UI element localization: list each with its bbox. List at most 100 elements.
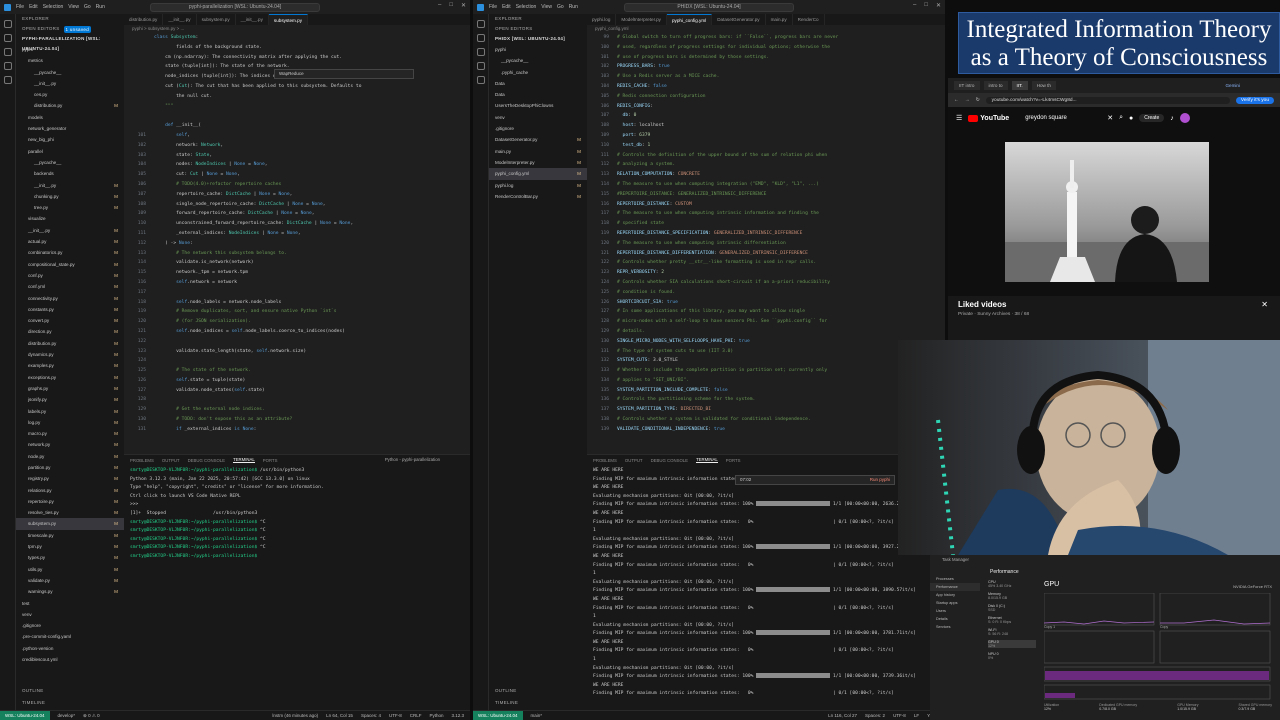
panel-tab-output[interactable]: OUTPUT (625, 458, 643, 463)
language-mode[interactable]: Python (429, 713, 443, 718)
file-tree-item[interactable]: combinatorics.py M (16, 247, 124, 258)
file-tree-item[interactable]: network.py M (16, 439, 124, 450)
source-control-icon[interactable] (476, 48, 485, 56)
file-tree-item[interactable]: compositional_state.py M (16, 259, 124, 270)
file-tree-item[interactable]: .pyphi_cache (489, 67, 587, 78)
extensions-icon[interactable] (3, 76, 12, 84)
file-tree-item[interactable]: __pycache__ (16, 157, 124, 168)
file-tree-item[interactable]: main.py M (489, 146, 587, 157)
file-tree-item[interactable]: pyphi.log M (489, 180, 587, 191)
tab-subsystem[interactable]: subsystem.py (197, 14, 236, 25)
code-editor[interactable]: pyphi.log ModelInterpreter.py pyphi_conf… (587, 14, 945, 454)
explorer-icon[interactable] (476, 20, 485, 28)
file-tree-item[interactable]: tpm.py M (16, 541, 124, 552)
file-tree-item[interactable]: __pycache__ (489, 55, 587, 66)
panel-tab-problems[interactable]: PROBLEMS (593, 458, 617, 463)
search-icon[interactable] (3, 34, 12, 42)
minimize-icon[interactable]: – (913, 2, 916, 9)
panel-tab-ports[interactable]: PORTS (726, 458, 741, 463)
terminal-output[interactable]: smrty@DESKTOP-VLJNF0R:~/pyphi-paralleliz… (124, 467, 470, 710)
open-editors-header[interactable]: OPEN EDITORS (489, 24, 587, 34)
run-debug-icon[interactable] (476, 62, 485, 70)
command-center-search[interactable]: PHIDX [WSL: Ubuntu-24.04] (624, 2, 794, 12)
menu-go[interactable]: Go (84, 4, 91, 10)
video-player[interactable] (1005, 142, 1209, 282)
file-tree-item[interactable]: pyphi (16, 44, 124, 55)
file-tree-item[interactable]: dynamics.py M (16, 349, 124, 360)
taskmgr-nav-item[interactable]: Processes (930, 575, 980, 583)
reload-icon[interactable]: ↻ (976, 98, 980, 103)
run-debug-icon[interactable] (3, 62, 12, 70)
explorer-icon[interactable] (3, 20, 12, 28)
tab-render-control[interactable]: RenderCo (793, 14, 825, 25)
indentation[interactable]: Spaces: 4 (361, 713, 381, 718)
file-tree-item[interactable]: pyphi_config.yml M (489, 168, 587, 180)
file-tree-item[interactable]: venv (16, 609, 124, 620)
file-tree-item[interactable]: jsonify.py M (16, 394, 124, 405)
notifications-icon[interactable]: ♪ (1170, 115, 1174, 122)
remote-indicator[interactable]: WSL: Ubuntu-24.04 (0, 710, 50, 720)
code-editor[interactable]: distribution.py __init__.py subsystem.py… (124, 14, 470, 454)
file-tree-item[interactable]: venv (489, 112, 587, 123)
file-tree-item[interactable]: __init__.py M (16, 180, 124, 191)
tab-distribution[interactable]: distribution.py (124, 14, 164, 25)
taskmgr-nav-item[interactable]: Performance (930, 583, 980, 591)
device-item[interactable]: Ethernet S: 0 R: 0 Kbps (988, 616, 1036, 624)
device-item[interactable]: Memory 8.0/15.9 GB (988, 592, 1036, 600)
taskmgr-nav-item[interactable]: Details (930, 615, 980, 623)
device-item[interactable]: Wi-Fi S: 56 R: 248 (988, 628, 1036, 636)
menu-file[interactable]: File (489, 4, 497, 10)
file-tree-item[interactable]: conf.yml M (16, 281, 124, 292)
panel-tab-ports[interactable]: PORTS (263, 458, 278, 463)
file-tree-item[interactable]: connectivity.py M (16, 293, 124, 304)
tab-init[interactable]: __init__.py (163, 14, 197, 25)
find-input[interactable]: WapReduce (279, 71, 304, 76)
git-blame[interactable]: lnstm (46 minutes ago) (272, 713, 318, 718)
file-tree-item[interactable]: exceptions.py M (16, 372, 124, 383)
device-item[interactable]: Disk 0 (C:) SSD (988, 604, 1036, 612)
tab-init-2[interactable]: __init__.py (236, 14, 269, 25)
terminal-output[interactable]: WE ARE HERE Finding MIP for maximum intr… (587, 467, 945, 710)
device-item[interactable]: CPU 45% 3.40 GHz (988, 580, 1036, 588)
project-header[interactable]: PYPHI-PARALLELIZATION [WSL: UBUNTU-24.04… (16, 34, 124, 51)
close-icon[interactable]: ✕ (461, 2, 466, 9)
file-tree-item[interactable]: pyphi (489, 44, 587, 55)
close-icon[interactable]: ✕ (936, 2, 941, 9)
verify-button[interactable]: Verify it's you (1235, 96, 1274, 104)
menu-selection[interactable]: Selection (516, 4, 537, 10)
python-version[interactable]: 3.12.3 (451, 713, 464, 718)
file-tree-item[interactable]: utils.py M (16, 564, 124, 575)
menu-file[interactable]: File (16, 4, 24, 10)
breadcrumb[interactable]: pyphi_config.yml (587, 25, 945, 33)
indentation[interactable]: Spaces: 2 (865, 713, 885, 718)
file-tree-item[interactable]: distribution.py M (16, 100, 124, 111)
file-tree-item[interactable]: macro.py M (16, 428, 124, 439)
file-tree-item[interactable]: UsersTheDesktopPhiClowns (489, 100, 587, 111)
panel-tab-problems[interactable]: PROBLEMS (130, 458, 154, 463)
forward-icon[interactable]: → (965, 98, 970, 103)
file-tree-item[interactable]: __pycache__ (16, 67, 124, 78)
avatar[interactable] (1179, 113, 1190, 123)
timeline-header[interactable]: TIMELINE (16, 698, 45, 708)
browser-tab-2[interactable]: intro to (983, 81, 1008, 90)
menu-edit[interactable]: Edit (29, 4, 38, 10)
menu-view[interactable]: View (541, 4, 552, 10)
file-tree-item[interactable]: .gitignore (489, 123, 587, 134)
menu-view[interactable]: View (68, 4, 79, 10)
taskmgr-nav-item[interactable]: Startup apps (930, 599, 980, 607)
menu-run[interactable]: Run (569, 4, 578, 10)
encoding[interactable]: UTF-8 (389, 713, 402, 718)
panel-tab-debug-console[interactable]: DEBUG CONSOLE (188, 458, 226, 463)
cursor-position[interactable]: Ln 116, Col 27 (828, 713, 857, 718)
playlist-title[interactable]: Liked videos (958, 300, 1270, 309)
cursor-position[interactable]: Ln 64, Col 15 (326, 713, 353, 718)
file-tree-item[interactable]: .gitignore (16, 620, 124, 631)
file-tree-item[interactable]: visualize (16, 213, 124, 224)
file-tree-item[interactable]: metrics (16, 55, 124, 66)
file-tree-item[interactable]: ModelInterpreter.py M (489, 157, 587, 168)
taskmgr-nav-item[interactable]: App history (930, 591, 980, 599)
file-tree-item[interactable]: resolve_ties.py M (16, 507, 124, 518)
file-tree-item[interactable]: actual.py M (16, 236, 124, 247)
file-tree-item[interactable]: validate.py M (16, 575, 124, 586)
file-tree-item[interactable]: backends (16, 168, 124, 179)
